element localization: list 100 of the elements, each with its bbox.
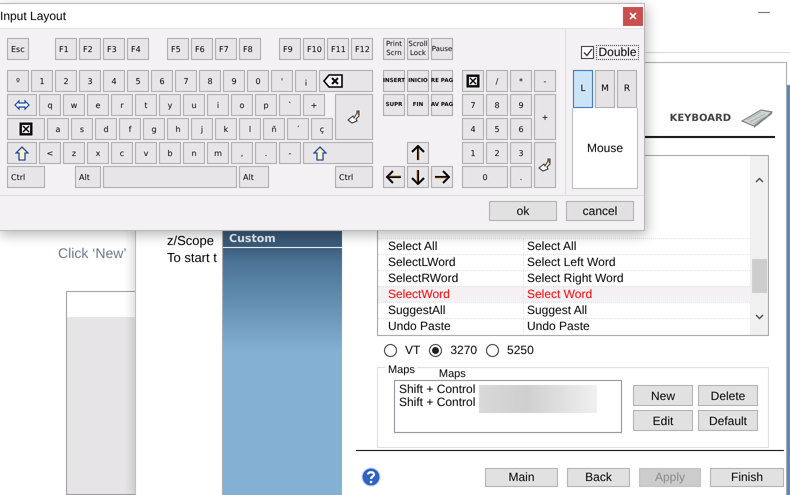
keyboard-key[interactable]: 1	[31, 70, 53, 92]
footer-button[interactable]: Back	[567, 468, 630, 486]
table-row[interactable]: SelectWord Select Word	[378, 286, 750, 302]
keyboard-key[interactable]: 6	[510, 118, 532, 140]
keyboard-key[interactable]: -	[279, 142, 301, 164]
keyboard-key[interactable]: '	[271, 70, 293, 92]
keyboard-key[interactable]: p	[255, 94, 277, 116]
keyboard-key[interactable]: h	[167, 118, 189, 140]
keyboard-key[interactable]: 4	[103, 70, 125, 92]
keyboard-key[interactable]: q	[39, 94, 61, 116]
keyboard-key[interactable]: 2	[486, 142, 508, 164]
keyboard-key[interactable]: e	[87, 94, 109, 116]
keyboard-key[interactable]: F4	[127, 38, 149, 60]
keyboard-key[interactable]: 0	[247, 70, 269, 92]
keyboard-key[interactable]	[7, 94, 37, 116]
keyboard-key[interactable]: `	[279, 94, 301, 116]
keyboard-key[interactable]: n	[183, 142, 205, 164]
keyboard-key[interactable]: s	[71, 118, 93, 140]
keyboard-key[interactable]: m	[207, 142, 229, 164]
keyboard-key[interactable]: a	[47, 118, 69, 140]
keyboard-key[interactable]: 8	[199, 70, 221, 92]
dialog-button[interactable]: ok	[489, 201, 557, 221]
keyboard-key[interactable]: +	[534, 94, 556, 140]
keyboard-key[interactable]: 7	[175, 70, 197, 92]
list-item[interactable]: Shift + Control	[399, 383, 476, 396]
keyboard-key[interactable]: F11	[327, 38, 349, 60]
keyboard-key[interactable]: F3	[103, 38, 125, 60]
keyboard-key[interactable]: ¡	[295, 70, 317, 92]
table-row[interactable]: Undo Paste Undo Paste	[378, 318, 750, 334]
keyboard-key[interactable]: 4	[462, 118, 484, 140]
keyboard-key[interactable]: ´	[287, 118, 309, 140]
scrollbar[interactable]	[750, 156, 768, 335]
map-button[interactable]: Delete	[698, 385, 758, 406]
keyboard-key[interactable]: b	[159, 142, 181, 164]
keyboard-key[interactable]: +	[303, 94, 325, 116]
radio-option[interactable]: VT	[384, 343, 420, 357]
keyboard-key[interactable]	[7, 118, 45, 140]
keyboard-key[interactable]: <	[39, 142, 61, 164]
keyboard-key[interactable]: x	[87, 142, 109, 164]
keyboard-key[interactable]: F6	[191, 38, 213, 60]
close-button[interactable]	[623, 6, 643, 26]
click-button[interactable]: M	[595, 70, 615, 108]
table-row[interactable]: SelectLWord Select Left Word	[378, 254, 750, 270]
keyboard-key[interactable]: F12	[351, 38, 373, 60]
keyboard-key[interactable]: 3	[510, 142, 532, 164]
table-row[interactable]: Select All Select All	[378, 238, 750, 254]
click-button[interactable]: L	[573, 70, 593, 108]
keyboard-key[interactable]: 8	[486, 94, 508, 116]
keyboard-key[interactable]: g	[143, 118, 165, 140]
radio-button[interactable]	[486, 344, 500, 356]
keyboard-key[interactable]: f	[119, 118, 141, 140]
footer-button[interactable]: Finish	[710, 468, 784, 486]
help-icon[interactable]	[361, 467, 381, 487]
keyboard-key[interactable]	[7, 142, 37, 164]
keyboard-key[interactable]: 9	[223, 70, 245, 92]
keyboard-key[interactable]: 2	[55, 70, 77, 92]
mouse-pad[interactable]: Mouse	[572, 108, 638, 189]
radio-option[interactable]: 3270	[429, 343, 478, 357]
keyboard-key[interactable]: F7	[215, 38, 237, 60]
keyboard-key[interactable]: F10	[303, 38, 325, 60]
keyboard-key[interactable]: 6	[151, 70, 173, 92]
keyboard-key[interactable]: .	[510, 166, 532, 188]
keyboard-key[interactable]: .	[255, 142, 277, 164]
keyboard-key[interactable]: Alt	[75, 166, 101, 188]
keyboard-key[interactable]: w	[63, 94, 85, 116]
keyboard-key[interactable]: k	[215, 118, 237, 140]
dialog-button[interactable]: cancel	[566, 201, 634, 221]
keyboard-key[interactable]	[383, 166, 405, 188]
keyboard-key[interactable]: Esc	[7, 38, 29, 60]
keyboard-key[interactable]: F8	[239, 38, 261, 60]
radio-button[interactable]	[429, 344, 442, 356]
keyboard-key[interactable]	[303, 142, 373, 164]
keyboard-key[interactable]: c	[111, 142, 133, 164]
keyboard-key[interactable]: v	[135, 142, 157, 164]
scroll-down-icon[interactable]	[754, 314, 764, 320]
table-row[interactable]: SuggestAll Suggest All	[378, 302, 750, 318]
list-item[interactable]: Shift + Control	[399, 396, 476, 409]
keyboard-key[interactable]: 1	[462, 142, 484, 164]
keyboard-key[interactable]: Ctrl	[335, 166, 373, 188]
keyboard-key[interactable]: z	[63, 142, 85, 164]
sidebar-header[interactable]: Custom	[223, 230, 342, 248]
keyboard-key[interactable]: /	[486, 70, 508, 92]
keyboard-key[interactable]: Alt	[239, 166, 269, 188]
keyboard-key[interactable]	[407, 142, 429, 164]
keyboard-key[interactable]: 0	[462, 166, 508, 188]
keyboard-key[interactable]: F9	[279, 38, 301, 60]
keyboard-key[interactable]: º	[7, 70, 29, 92]
keyboard-key[interactable]: ñ	[263, 118, 285, 140]
keyboard-key[interactable]: F5	[167, 38, 189, 60]
keyboard-key[interactable]: ,	[231, 142, 253, 164]
keyboard-key[interactable]: d	[95, 118, 117, 140]
keyboard-key[interactable]: l	[239, 118, 261, 140]
keyboard-key[interactable]: Ctrl	[7, 166, 45, 188]
keyboard-key[interactable]: 3	[79, 70, 101, 92]
keyboard-key[interactable]	[462, 70, 484, 92]
keyboard-key[interactable]: 7	[462, 94, 484, 116]
keyboard-key[interactable]: t	[135, 94, 157, 116]
keyboard-key[interactable]: F2	[79, 38, 101, 60]
keyboard-key[interactable]	[534, 142, 556, 188]
keyboard-key[interactable]: o	[231, 94, 253, 116]
